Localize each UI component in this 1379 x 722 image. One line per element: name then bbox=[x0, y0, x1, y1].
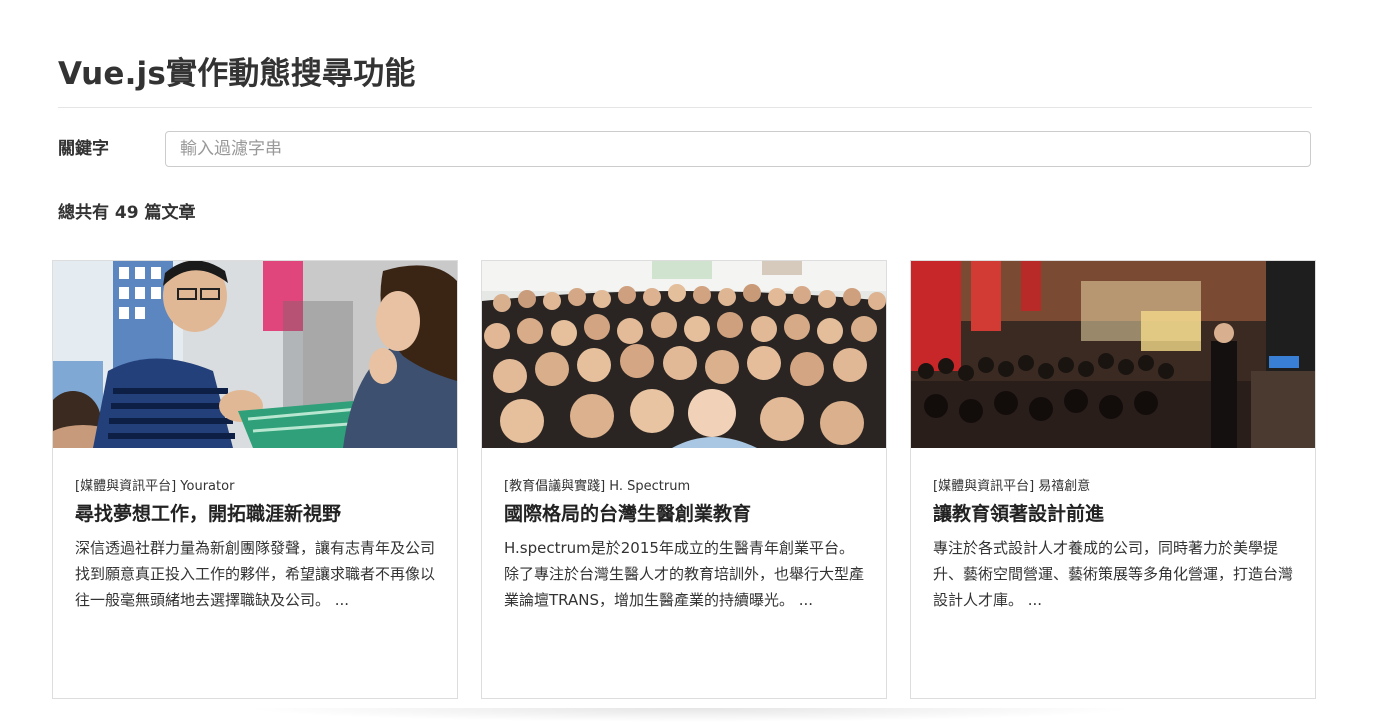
article-description: 專注於各式設計人才養成的公司，同時著力於美學提升、藝術空間營運、藝術策展等多角化… bbox=[933, 539, 1294, 609]
article-meta: [媒體與資訊平台] 易禧創意 bbox=[933, 475, 1090, 494]
article-title[interactable]: 尋找夢想工作，開拓職涯新視野 bbox=[75, 499, 341, 526]
article-source: 易禧創意 bbox=[1038, 479, 1091, 494]
title-divider bbox=[58, 107, 1312, 108]
article-title[interactable]: 國際格局的台灣生醫創業教育 bbox=[504, 499, 751, 526]
article-description: H.spectrum是於2015年成立的生醫青年創業平台。除了專注於台灣生醫人才… bbox=[504, 539, 865, 609]
page-title: Vue.js實作動態搜尋功能 bbox=[58, 56, 416, 92]
footer-shadow bbox=[240, 708, 1140, 722]
article-source: H. Spectrum bbox=[609, 479, 691, 494]
photo-group-selfie-icon bbox=[482, 261, 886, 448]
article-card[interactable]: [媒體與資訊平台] 易禧創意 讓教育領著設計前進 專注於各式設計人才養成的公司，… bbox=[910, 260, 1316, 699]
article-image[interactable] bbox=[482, 261, 886, 448]
article-image[interactable] bbox=[53, 261, 457, 448]
article-meta: [教育倡議與實踐] H. Spectrum bbox=[504, 475, 690, 494]
article-category: [教育倡議與實踐] bbox=[504, 479, 606, 494]
photo-event-hall-icon bbox=[911, 261, 1315, 448]
article-source: Yourator bbox=[180, 479, 235, 494]
article-title[interactable]: 讓教育領著設計前進 bbox=[933, 499, 1104, 526]
keyword-label: 關鍵字 bbox=[58, 139, 109, 159]
search-input[interactable] bbox=[165, 131, 1311, 167]
article-description: 深信透過社群力量為新創團隊發聲，讓有志青年及公司找到願意真正投入工作的夥伴，希望… bbox=[75, 539, 436, 609]
article-card[interactable]: [媒體與資訊平台] Yourator 尋找夢想工作，開拓職涯新視野 深信透過社群… bbox=[52, 260, 458, 699]
article-card[interactable]: [教育倡議與實踐] H. Spectrum 國際格局的台灣生醫創業教育 H.sp… bbox=[481, 260, 887, 699]
article-category: [媒體與資訊平台] bbox=[75, 479, 177, 494]
article-category: [媒體與資訊平台] bbox=[933, 479, 1035, 494]
article-meta: [媒體與資訊平台] Yourator bbox=[75, 475, 234, 494]
article-image[interactable] bbox=[911, 261, 1315, 448]
photo-job-fair-icon bbox=[53, 261, 457, 448]
article-count: 總共有 49 篇文章 bbox=[58, 203, 196, 223]
